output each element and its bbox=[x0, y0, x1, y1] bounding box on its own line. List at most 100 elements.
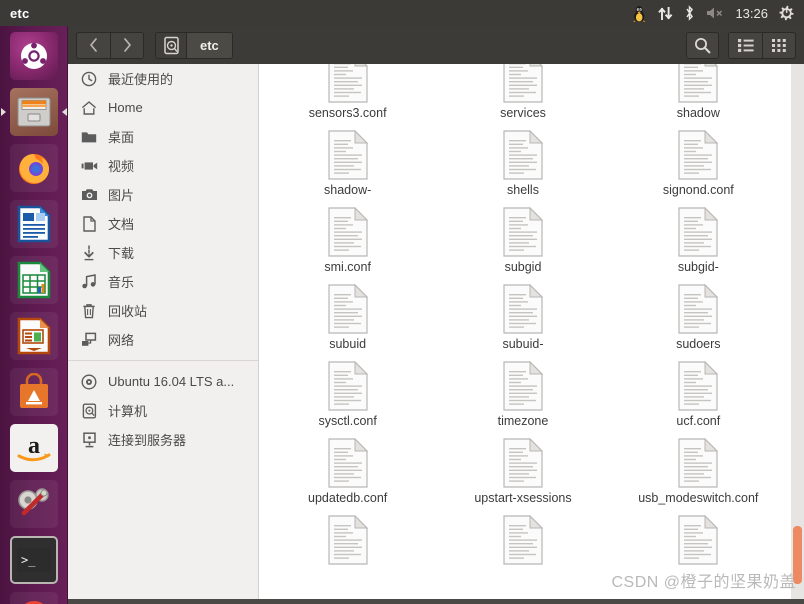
file-item[interactable]: updatedb.conf bbox=[260, 434, 435, 511]
music-note-icon bbox=[80, 273, 98, 291]
file-item[interactable]: shells bbox=[435, 126, 610, 203]
list-view-icon bbox=[737, 38, 754, 52]
sidebar-item-desktop[interactable]: 桌面 bbox=[68, 122, 258, 151]
sidebar-item-videos[interactable]: 视频 bbox=[68, 151, 258, 180]
disc-icon bbox=[80, 373, 98, 391]
launcher-item-amazon[interactable]: a bbox=[0, 420, 68, 476]
sidebar-item-pictures[interactable]: 图片 bbox=[68, 180, 258, 209]
file-item-label: subuid- bbox=[502, 337, 544, 351]
file-item-label: shadow- bbox=[324, 183, 372, 197]
vertical-scrollbar-thumb[interactable] bbox=[793, 526, 802, 584]
file-item[interactable]: signond.conf bbox=[611, 126, 786, 203]
document-file-icon bbox=[503, 64, 544, 103]
clock[interactable]: 13:26 bbox=[735, 6, 768, 21]
chevron-right-icon bbox=[123, 38, 131, 52]
file-item[interactable]: ucf.conf bbox=[611, 357, 786, 434]
file-item[interactable]: subgid- bbox=[611, 203, 786, 280]
forward-button[interactable] bbox=[110, 32, 143, 58]
trash-icon bbox=[80, 302, 98, 320]
sidebar-item-downloads[interactable]: 下载 bbox=[68, 238, 258, 267]
grid-view-icon bbox=[772, 38, 786, 52]
document-file-icon bbox=[678, 129, 719, 180]
launcher-item-files[interactable] bbox=[0, 84, 68, 140]
launcher-item-libreoffice-writer[interactable] bbox=[0, 196, 68, 252]
server-connect-icon bbox=[80, 431, 98, 449]
sidebar-item-ubuntu-disc[interactable]: Ubuntu 16.04 LTS a... bbox=[68, 367, 258, 396]
sidebar-label: 连接到服务器 bbox=[108, 433, 187, 448]
back-button[interactable] bbox=[77, 32, 110, 58]
file-item[interactable]: timezone bbox=[435, 357, 610, 434]
launcher-item-ubuntu-dash[interactable] bbox=[0, 28, 68, 84]
sidebar-label: 图片 bbox=[108, 188, 135, 203]
sidebar-item-music[interactable]: 音乐 bbox=[68, 267, 258, 296]
sidebar-item-trash[interactable]: 回收站 bbox=[68, 296, 258, 325]
file-item[interactable] bbox=[611, 511, 786, 588]
file-item-label: sudoers bbox=[676, 337, 721, 351]
file-grid-view[interactable]: rpcrsyslog.confsecurettysensors3.confser… bbox=[260, 64, 804, 604]
file-item[interactable]: services bbox=[435, 64, 610, 126]
file-item[interactable]: shadow- bbox=[260, 126, 435, 203]
file-item[interactable]: subgid bbox=[435, 203, 610, 280]
volume-muted-icon[interactable] bbox=[706, 6, 724, 20]
document-file-icon bbox=[328, 514, 368, 565]
file-manager-window: etc 最近使用的 Home 桌面 视频 图片 文档 下载 音乐 回收站 网络 … bbox=[68, 26, 804, 604]
file-item[interactable]: smi.conf bbox=[260, 203, 435, 280]
launcher-item-chrome[interactable] bbox=[0, 588, 68, 604]
vertical-scrollbar-track[interactable] bbox=[791, 64, 804, 604]
file-item-label: subuid bbox=[329, 337, 367, 351]
file-item[interactable]: usb_modeswitch.conf bbox=[611, 434, 786, 511]
file-item[interactable]: upstart-xsessions bbox=[435, 434, 610, 511]
launcher-item-firefox[interactable] bbox=[0, 140, 68, 196]
computer-disk-icon bbox=[80, 402, 98, 420]
toolbar-right-group bbox=[686, 31, 796, 59]
document-file-icon bbox=[503, 206, 544, 257]
sidebar-item-home[interactable]: Home bbox=[68, 93, 258, 122]
document-file-icon bbox=[503, 360, 544, 411]
folder-icon bbox=[80, 128, 98, 146]
sidebar-label: 桌面 bbox=[108, 130, 135, 145]
chrome-icon bbox=[25, 600, 43, 604]
sidebar-label: 文档 bbox=[108, 217, 135, 232]
launcher-item-libreoffice-impress[interactable] bbox=[0, 308, 68, 364]
breadcrumb-current-folder[interactable]: etc bbox=[186, 32, 232, 58]
file-item[interactable] bbox=[260, 511, 435, 588]
tux-penguin-icon[interactable] bbox=[632, 5, 647, 22]
ubuntu-logo-icon bbox=[21, 42, 47, 69]
launcher-item-terminal[interactable]: >_ bbox=[0, 532, 68, 588]
file-item-label: subgid bbox=[504, 260, 542, 274]
file-item[interactable]: sysctl.conf bbox=[260, 357, 435, 434]
launcher-item-system-settings[interactable] bbox=[0, 476, 68, 532]
bluetooth-icon[interactable] bbox=[684, 5, 695, 21]
network-transfer-icon[interactable] bbox=[658, 6, 673, 21]
sidebar-label: 最近使用的 bbox=[108, 72, 174, 87]
file-item[interactable]: sensors3.conf bbox=[260, 64, 435, 126]
svg-text:a: a bbox=[28, 433, 40, 459]
window-bottom-edge bbox=[68, 599, 804, 604]
list-view-button[interactable] bbox=[729, 32, 762, 58]
file-item[interactable]: subuid bbox=[260, 280, 435, 357]
sidebar-label: 视频 bbox=[108, 159, 135, 174]
sidebar-item-connect-to-server[interactable]: 连接到服务器 bbox=[68, 425, 258, 454]
file-item[interactable]: shadow bbox=[611, 64, 786, 126]
gear-wrench-icon bbox=[18, 488, 49, 516]
search-button[interactable] bbox=[686, 31, 719, 59]
grid-view-button[interactable] bbox=[762, 32, 795, 58]
sidebar-item-recent[interactable]: 最近使用的 bbox=[68, 64, 258, 93]
file-item[interactable]: sudoers bbox=[611, 280, 786, 357]
sidebar-item-documents[interactable]: 文档 bbox=[68, 209, 258, 238]
sidebar-item-network[interactable]: 网络 bbox=[68, 325, 258, 354]
launcher-item-software-center[interactable] bbox=[0, 364, 68, 420]
sidebar-item-computer[interactable]: 计算机 bbox=[68, 396, 258, 425]
document-file-icon bbox=[503, 514, 544, 565]
file-item[interactable] bbox=[435, 511, 610, 588]
sidebar-label: 网络 bbox=[108, 333, 135, 348]
breadcrumb-computer-button[interactable] bbox=[156, 32, 186, 58]
firefox-icon bbox=[19, 154, 49, 184]
document-file-icon bbox=[328, 360, 368, 411]
launcher-item-libreoffice-calc[interactable] bbox=[0, 252, 68, 308]
power-gear-icon[interactable] bbox=[779, 5, 795, 21]
document-file-icon bbox=[328, 129, 368, 180]
file-item-label: timezone bbox=[497, 414, 549, 428]
file-item[interactable]: subuid- bbox=[435, 280, 610, 357]
amazon-icon: a bbox=[17, 433, 51, 462]
